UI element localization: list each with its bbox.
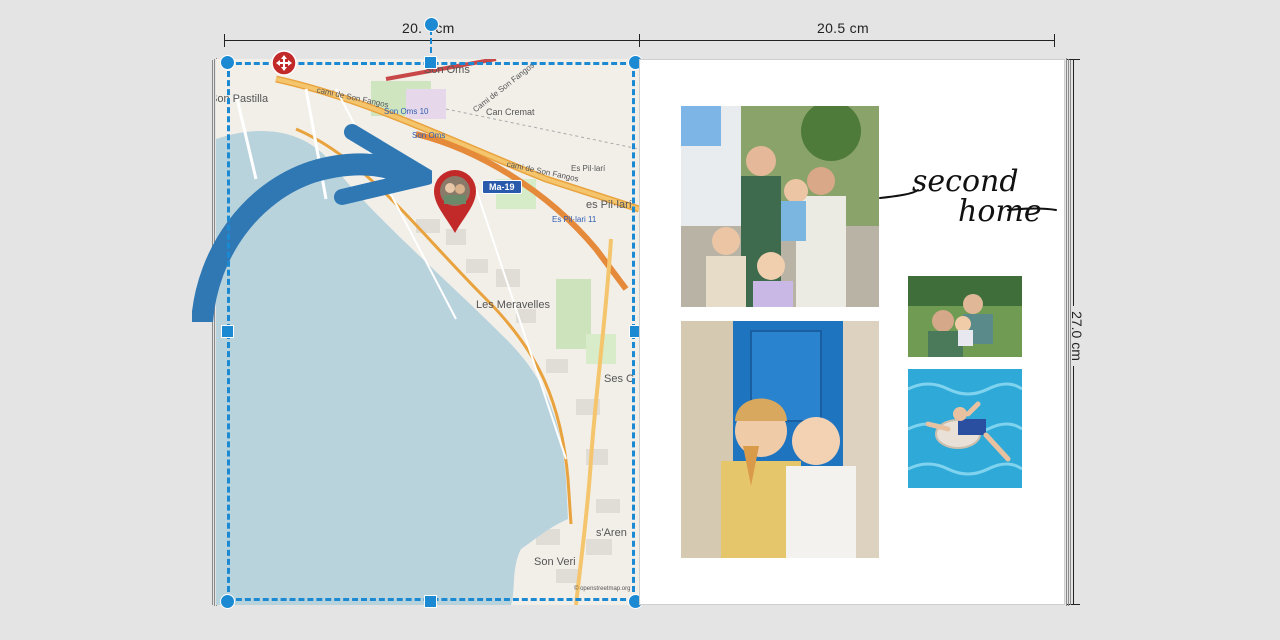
page-edge-right xyxy=(1068,59,1069,606)
photo-pool[interactable] xyxy=(908,369,1022,488)
caption-home: home xyxy=(958,194,1042,229)
page-edge-right xyxy=(1070,60,1071,605)
photo-family[interactable] xyxy=(681,106,879,307)
ruler-tick xyxy=(1054,34,1055,47)
photo-kids-door[interactable] xyxy=(681,321,879,558)
width-right-label: 20.5 cm xyxy=(813,19,873,37)
width-ruler-right xyxy=(639,40,1054,41)
photo-picnic[interactable] xyxy=(908,276,1022,357)
resize-handle-bottom-left[interactable] xyxy=(220,594,235,609)
resize-handle-bottom[interactable] xyxy=(424,595,437,608)
resize-handle-top[interactable] xyxy=(424,56,437,69)
selection-frame[interactable] xyxy=(227,62,635,601)
ruler-tick xyxy=(224,34,225,47)
move-icon[interactable] xyxy=(271,50,297,76)
rotate-handle[interactable] xyxy=(424,17,439,32)
resize-handle-left[interactable] xyxy=(221,325,234,338)
resize-handle-top-left[interactable] xyxy=(220,55,235,70)
page-edge-right xyxy=(1066,58,1067,606)
